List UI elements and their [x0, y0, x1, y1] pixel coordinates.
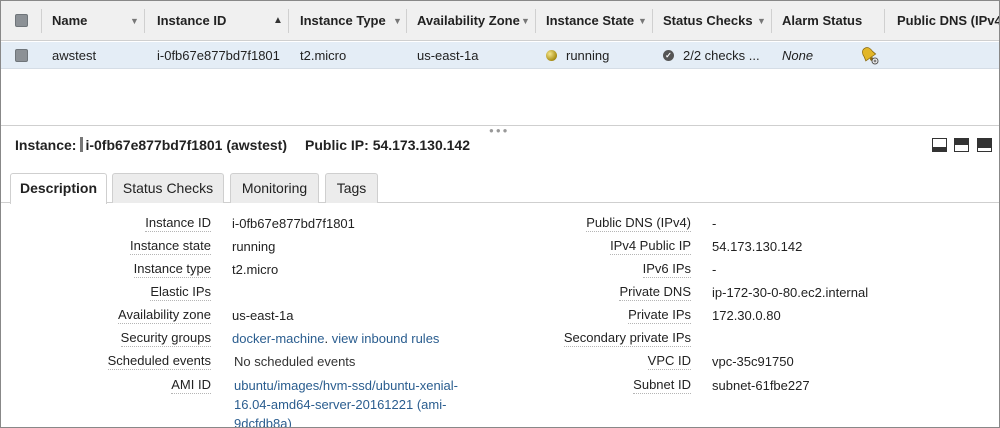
field-value-public-dns: -: [712, 216, 717, 231]
tab-status-checks[interactable]: Status Checks: [112, 173, 224, 203]
sort-chevron-icon[interactable]: ▼: [757, 1, 766, 41]
public-ip-summary: Public IP: 54.173.130.142: [305, 135, 470, 155]
cell-alarm-status: None: [782, 48, 814, 63]
ec2-console-frame: Name ▼ Instance ID ▲ Instance Type ▼ Ava…: [0, 0, 1000, 428]
field-label-public-dns: Public DNS (IPv4): [586, 215, 691, 232]
field-value-instance-id: i-0fb67e877bd7f1801: [232, 216, 355, 231]
layout-bottom-icon[interactable]: [932, 138, 947, 152]
view-inbound-rules-link[interactable]: view inbound rules: [332, 331, 440, 346]
field-label-private-ips: Private IPs: [628, 307, 691, 324]
field-label-private-dns: Private DNS: [619, 284, 691, 301]
column-divider: [884, 9, 885, 33]
field-label-ipv6-ips: IPv6 IPs: [642, 261, 691, 278]
column-header-instance-type[interactable]: Instance Type: [300, 1, 386, 41]
instance-summary-title: Instance: i-0fb67e877bd7f1801 (awstest): [15, 135, 287, 155]
column-header-availability-zone[interactable]: Availability Zone: [417, 1, 520, 41]
layout-half-icon[interactable]: [954, 138, 969, 152]
field-value-availability-zone: us-east-1a: [232, 308, 294, 323]
column-header-instance-id[interactable]: Instance ID: [157, 1, 226, 41]
table-row[interactable]: awstest i-0fb67e877bd7f1801 t2.micro us-…: [1, 42, 999, 69]
field-value-ami-id: ubuntu/images/hvm-ssd/ubuntu-xenial- 16.…: [234, 377, 458, 427]
field-label-subnet-id: Subnet ID: [633, 377, 691, 394]
field-value-scheduled-events: No scheduled events: [234, 354, 356, 369]
field-label-scheduled-events: Scheduled events: [107, 353, 211, 370]
sort-ascending-icon[interactable]: ▲: [273, 1, 283, 41]
row-select-checkbox[interactable]: [15, 49, 28, 62]
column-divider: [652, 9, 653, 33]
column-divider: [288, 9, 289, 33]
field-label-instance-state: Instance state: [130, 238, 211, 255]
ami-id-line[interactable]: ubuntu/images/hvm-ssd/ubuntu-xenial-: [234, 377, 458, 394]
field-label-ami-id: AMI ID: [171, 377, 211, 394]
field-label-elastic-ips: Elastic IPs: [150, 284, 211, 301]
field-label-secondary-private-ips: Secondary private IPs: [563, 330, 691, 347]
field-value-security-groups: docker-machine. view inbound rules: [232, 330, 439, 347]
cell-name: awstest: [52, 48, 97, 63]
field-value-private-dns: ip-172-30-0-80.ec2.internal: [712, 285, 869, 300]
layout-top-icon[interactable]: [977, 138, 992, 152]
instance-id-with-name: i-0fb67e877bd7f1801 (awstest): [85, 137, 288, 153]
column-header-public-dns[interactable]: Public DNS (IPv4): [897, 1, 999, 41]
field-value-ipv6-ips: -: [712, 262, 717, 277]
tab-description[interactable]: Description: [10, 173, 107, 204]
ami-id-line[interactable]: 16.04-amd64-server-20161221 (ami-: [234, 396, 458, 413]
sort-chevron-icon[interactable]: ▼: [130, 1, 139, 41]
column-header-status-checks[interactable]: Status Checks: [663, 1, 753, 41]
public-ip-value: 54.173.130.142: [372, 137, 471, 153]
field-value-instance-type: t2.micro: [232, 262, 279, 277]
field-label-security-groups: Security groups: [120, 330, 211, 347]
text-cursor-icon: [80, 137, 84, 152]
cell-status-checks[interactable]: 2/2 checks ...: [683, 42, 760, 69]
field-label-ipv4-public-ip: IPv4 Public IP: [610, 238, 691, 255]
field-value-private-ips: 172.30.0.80: [712, 308, 781, 323]
column-header-name[interactable]: Name: [52, 1, 87, 41]
instances-table-header: Name ▼ Instance ID ▲ Instance Type ▼ Ava…: [1, 1, 999, 41]
column-divider: [144, 9, 145, 33]
ami-id-line[interactable]: 9dcfdb8a): [234, 415, 458, 427]
public-ip-label: Public IP:: [305, 137, 369, 153]
cell-instance-state: running: [566, 48, 610, 63]
instance-label: Instance:: [15, 137, 77, 153]
field-value-ipv4-public-ip: 54.173.130.142: [712, 239, 803, 254]
splitter-grip-icon[interactable]: ●●●: [489, 126, 510, 135]
security-group-separator: .: [324, 331, 329, 346]
sort-chevron-icon[interactable]: ▼: [638, 1, 647, 41]
tab-tags[interactable]: Tags: [325, 173, 378, 203]
select-all-checkbox[interactable]: [15, 14, 28, 27]
alarm-bell-icon[interactable]: [859, 45, 879, 65]
cell-instance-type: t2.micro: [300, 48, 347, 63]
column-header-alarm-status[interactable]: Alarm Status: [782, 1, 862, 41]
column-divider: [406, 9, 407, 33]
running-status-dot-icon: [546, 50, 557, 61]
column-header-instance-state[interactable]: Instance State: [546, 1, 634, 41]
cell-instance-id: i-0fb67e877bd7f1801: [157, 48, 280, 63]
column-divider: [535, 9, 536, 33]
field-value-instance-state: running: [232, 239, 276, 254]
field-label-vpc-id: VPC ID: [647, 353, 691, 370]
sort-chevron-icon[interactable]: ▼: [521, 1, 530, 41]
field-value-vpc-id[interactable]: vpc-35c91750: [712, 353, 794, 370]
column-divider: [771, 9, 772, 33]
field-label-availability-zone: Availability zone: [118, 307, 211, 324]
field-value-subnet-id[interactable]: subnet-61fbe227: [712, 377, 810, 394]
column-divider: [41, 9, 42, 33]
check-circle-icon: ✓: [663, 50, 674, 61]
field-label-instance-id: Instance ID: [145, 215, 211, 232]
tab-monitoring[interactable]: Monitoring: [230, 173, 319, 203]
cell-availability-zone: us-east-1a: [417, 48, 479, 63]
sort-chevron-icon[interactable]: ▼: [393, 1, 402, 41]
security-group-link[interactable]: docker-machine: [232, 331, 325, 346]
field-label-instance-type: Instance type: [133, 261, 211, 278]
